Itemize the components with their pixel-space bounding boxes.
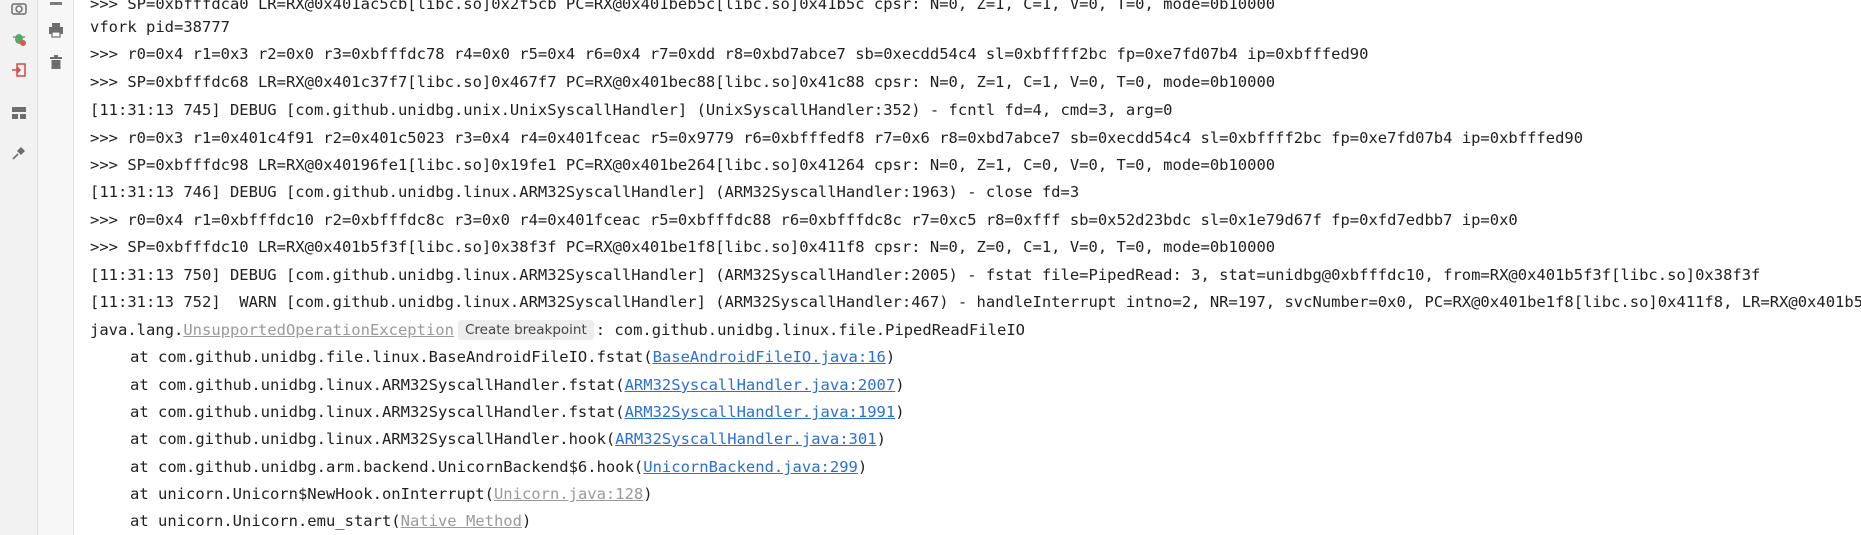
console-line: [11:31:13 750] DEBUG [com.github.unidbg.… [90, 266, 1761, 284]
exception-line: java.lang.UnsupportedOperationException C… [90, 317, 1025, 344]
exception-class-link[interactable]: UnsupportedOperationException [183, 321, 454, 339]
trash-icon[interactable] [46, 52, 66, 72]
console-line: >>> SP=0xbfffdc10 LR=RX@0x401b5f3f[libc.… [90, 238, 1276, 256]
console-output[interactable]: >>> SP=0xbfffdca0 LR=RX@0x401ac5cb[libc.… [90, 0, 1861, 535]
console-line: >>> r0=0x4 r1=0x3 r2=0x0 r3=0xbfffdc78 r… [90, 45, 1369, 63]
source-link[interactable]: ARM32SyscallHandler.java:301 [615, 430, 876, 448]
stack-frame-end: ) [895, 376, 905, 394]
stack-frame-text: at com.github.unidbg.linux.ARM32SyscallH… [130, 430, 616, 448]
pin-icon[interactable] [9, 143, 29, 163]
print-icon[interactable] [46, 20, 66, 40]
exception-message: : com.github.unidbg.linux.file.PipedRead… [595, 321, 1026, 339]
stack-frame-text: at unicorn.Unicorn$NewHook.onInterrupt( [130, 485, 494, 503]
stack-frame-end: ) [895, 403, 905, 421]
stack-frame-text: at unicorn.Unicorn.emu_start( [130, 512, 401, 530]
login-icon[interactable] [9, 60, 29, 80]
stack-frame-end: ) [643, 485, 653, 503]
console-line: >>> SP=0xbfffdc98 LR=RX@0x40196fe1[libc.… [90, 156, 1276, 174]
stack-frame-text: at com.github.unidbg.arm.backend.Unicorn… [130, 458, 644, 476]
camera-icon[interactable] [9, 0, 29, 18]
stack-frame-text: at com.github.unidbg.linux.ARM32SyscallH… [130, 376, 625, 394]
console-line: [11:31:13 746] DEBUG [com.github.unidbg.… [90, 183, 1080, 201]
console-line: >>> SP=0xbfffdca0 LR=RX@0x401ac5cb[libc.… [90, 0, 1276, 13]
stack-frame: at com.github.unidbg.linux.ARM32SyscallH… [90, 426, 886, 453]
stack-frame-end: ) [857, 458, 868, 476]
create-breakpoint-button[interactable]: Create breakpoint [457, 320, 594, 340]
source-link[interactable]: BaseAndroidFileIO.java:16 [653, 348, 886, 366]
stack-frame-text: at com.github.unidbg.linux.ARM32SyscallH… [130, 403, 625, 421]
stack-frame-end: ) [876, 430, 886, 448]
source-link[interactable]: ARM32SyscallHandler.java:1991 [625, 403, 896, 421]
exception-prefix: java.lang. [90, 321, 184, 339]
console-line: [11:31:13 745] DEBUG [com.github.unidbg.… [90, 101, 1173, 119]
source-link[interactable]: UnicornBackend.java:299 [643, 458, 858, 476]
console-actions-toolbar [38, 0, 74, 535]
stack-frame: at com.github.unidbg.arm.backend.Unicorn… [90, 454, 867, 481]
console-line: >>> SP=0xbfffdc68 LR=RX@0x401c37f7[libc.… [90, 73, 1276, 91]
stack-frame: at com.github.unidbg.linux.ARM32SyscallH… [90, 372, 905, 399]
stack-frame: at com.github.unidbg.linux.ARM32SyscallH… [90, 399, 905, 426]
left-toolbar [0, 0, 38, 535]
console-line: >>> r0=0x4 r1=0xbfffdc10 r2=0xbfffdc8c r… [90, 211, 1518, 229]
console-line: vfork pid=38777 [90, 18, 230, 36]
stack-frame-text: at com.github.unidbg.file.linux.BaseAndr… [130, 348, 653, 366]
stack-frame-end: ) [885, 348, 896, 366]
debug-icon[interactable] [9, 28, 29, 48]
layout-icon[interactable] [9, 103, 29, 123]
source-link[interactable]: ARM32SyscallHandler.java:2007 [625, 376, 896, 394]
scroll-to-end-icon[interactable] [46, 0, 66, 14]
console-line: [11:31:13 752] WARN [com.github.unidbg.l… [90, 293, 1861, 311]
source-link[interactable]: Native Method [401, 512, 522, 530]
stack-frame-end: ) [521, 512, 532, 530]
source-link[interactable]: Unicorn.java:128 [494, 485, 643, 503]
stack-frame: at com.github.unidbg.file.linux.BaseAndr… [90, 344, 895, 371]
stack-frame: at unicorn.Unicorn$NewHook.onInterrupt(U… [90, 481, 653, 508]
console-line: >>> r0=0x3 r1=0x401c4f91 r2=0x401c5023 r… [90, 129, 1584, 147]
stack-frame: at unicorn.Unicorn.emu_start(Native Meth… [90, 508, 531, 535]
